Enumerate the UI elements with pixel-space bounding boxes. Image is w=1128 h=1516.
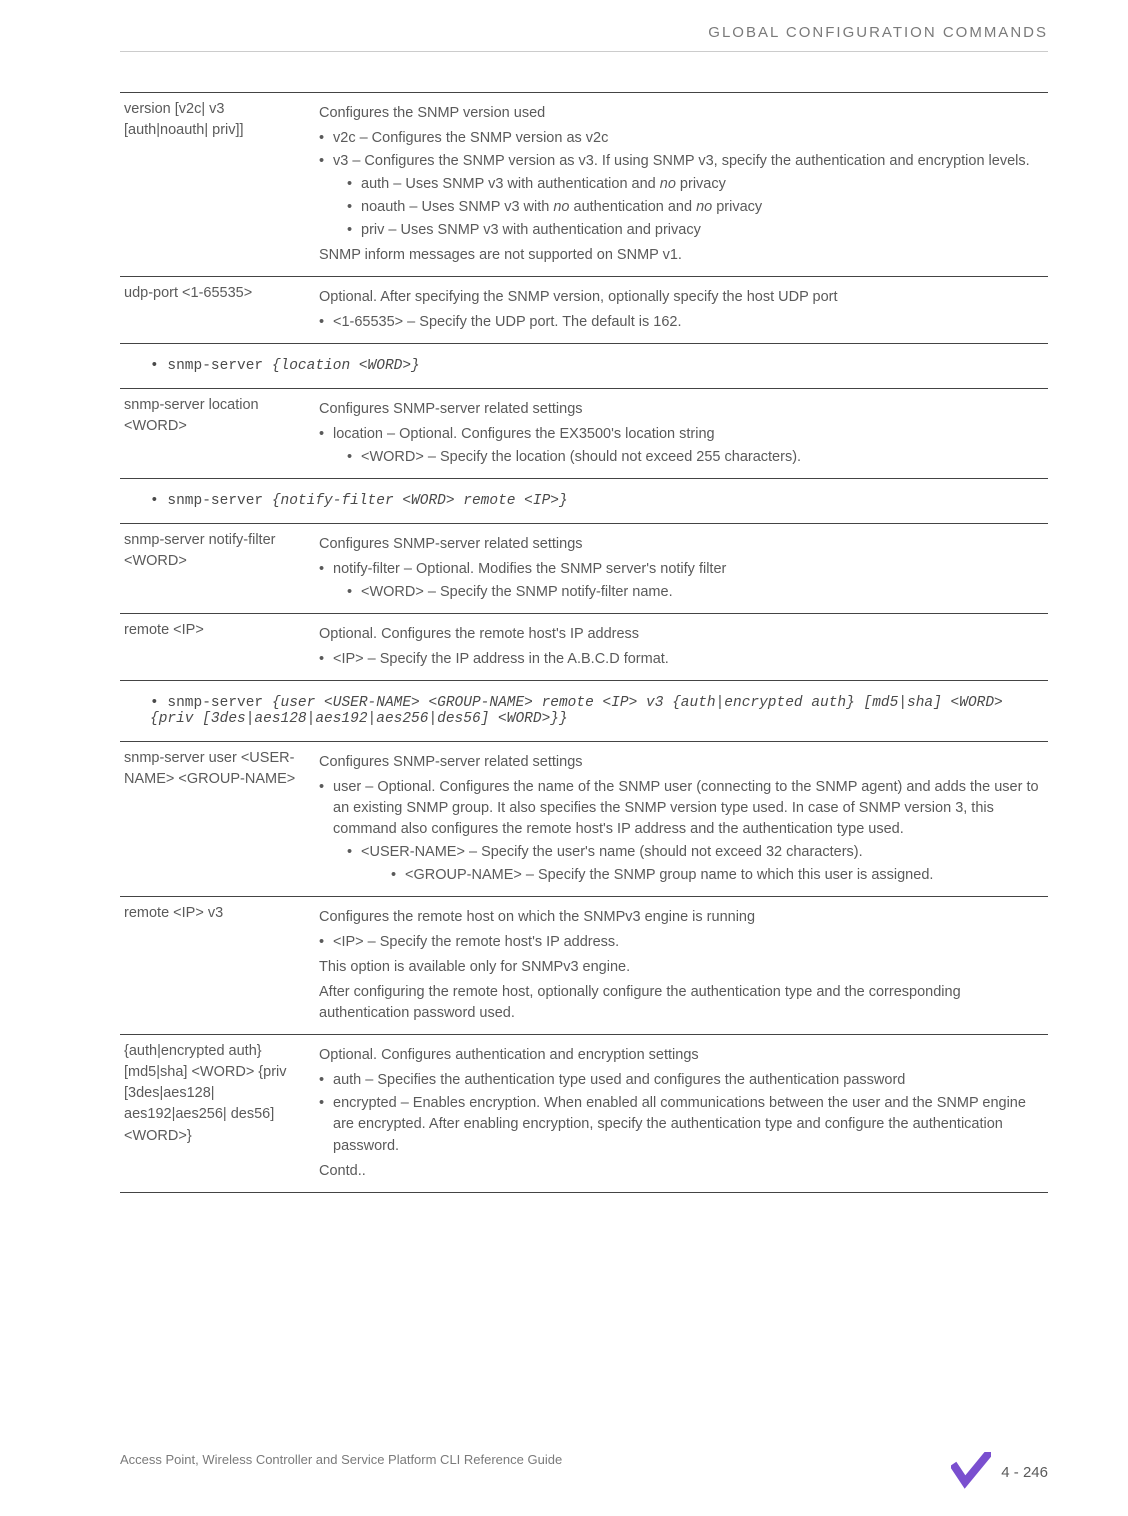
list-item: <WORD> – Specify the location (should no… — [333, 447, 1040, 468]
list-item: auth – Specifies the authentication type… — [319, 1070, 1040, 1091]
desc-cell: Configures SNMP-server related settings … — [315, 742, 1048, 897]
param-cell: snmp-server notify-filter <WORD> — [120, 524, 315, 614]
param-cell: remote <IP> — [120, 614, 315, 681]
desc-cell: Optional. Configures the remote host's I… — [315, 614, 1048, 681]
param-cell: udp-port <1-65535> — [120, 277, 315, 344]
lead-text: Configures SNMP-server related settings — [319, 399, 1040, 420]
list-item: notify-filter – Optional. Modifies the S… — [319, 559, 1040, 603]
list-item: v3 – Configures the SNMP version as v3. … — [319, 151, 1040, 241]
desc-cell: Configures the remote host on which the … — [315, 897, 1048, 1035]
table-row: {auth|encrypted auth} [md5|sha] <WORD> {… — [120, 1035, 1048, 1192]
lead-text: Configures SNMP-server related settings — [319, 752, 1040, 773]
table-row: remote <IP> v3 Configures the remote hos… — [120, 897, 1048, 1035]
desc-cell: Configures SNMP-server related settings … — [315, 524, 1048, 614]
desc-cell: Configures SNMP-server related settings … — [315, 389, 1048, 479]
table-row: remote <IP> Optional. Configures the rem… — [120, 614, 1048, 681]
param-table-4: snmp-server user <USER-NAME> <GROUP-NAME… — [120, 741, 1048, 1192]
param-cell: snmp-server location <WORD> — [120, 389, 315, 479]
command-syntax: • snmp-server {location <WORD>} — [150, 358, 1048, 374]
page-number: 4 - 246 — [991, 1464, 1048, 1481]
lead-text: Optional. Configures the remote host's I… — [319, 624, 1040, 645]
lead-text: Optional. After specifying the SNMP vers… — [319, 287, 1040, 308]
command-syntax: • snmp-server {user <USER-NAME> <GROUP-N… — [150, 695, 1048, 727]
lead-text: Optional. Configures authentication and … — [319, 1045, 1040, 1066]
section-header: GLOBAL CONFIGURATION COMMANDS — [120, 0, 1048, 52]
list-item: location – Optional. Configures the EX35… — [319, 424, 1040, 468]
page: GLOBAL CONFIGURATION COMMANDS version [v… — [0, 0, 1128, 1516]
footer-badge: 4 - 246 — [951, 1452, 1048, 1492]
list-item: encrypted – Enables encryption. When ena… — [319, 1093, 1040, 1156]
list-item: <USER-NAME> – Specify the user's name (s… — [333, 842, 1040, 886]
param-cell: snmp-server user <USER-NAME> <GROUP-NAME… — [120, 742, 315, 897]
footer-text: Access Point, Wireless Controller and Se… — [120, 1452, 562, 1467]
table-row: snmp-server location <WORD> Configures S… — [120, 389, 1048, 479]
lead-text: Configures the SNMP version used — [319, 103, 1040, 124]
param-table-3: snmp-server notify-filter <WORD> Configu… — [120, 523, 1048, 681]
trail-text: After configuring the remote host, optio… — [319, 982, 1040, 1024]
logo-check-icon — [951, 1452, 991, 1492]
desc-cell: Configures the SNMP version used v2c – C… — [315, 93, 1048, 277]
lead-text: Configures the remote host on which the … — [319, 907, 1040, 928]
list-item: auth – Uses SNMP v3 with authentication … — [333, 174, 1040, 195]
list-item: <WORD> – Specify the SNMP notify-filter … — [333, 582, 1040, 603]
list-item: <1-65535> – Specify the UDP port. The de… — [319, 312, 1040, 333]
table-row: snmp-server user <USER-NAME> <GROUP-NAME… — [120, 742, 1048, 897]
table-row: snmp-server notify-filter <WORD> Configu… — [120, 524, 1048, 614]
list-item: <IP> – Specify the remote host's IP addr… — [319, 932, 1040, 953]
list-item: noauth – Uses SNMP v3 with no authentica… — [333, 197, 1040, 218]
param-cell: {auth|encrypted auth} [md5|sha] <WORD> {… — [120, 1035, 315, 1192]
param-cell: remote <IP> v3 — [120, 897, 315, 1035]
table-row: version [v2c| v3 [auth|noauth| priv]] Co… — [120, 93, 1048, 277]
desc-cell: Optional. After specifying the SNMP vers… — [315, 277, 1048, 344]
list-item: user – Optional. Configures the name of … — [319, 777, 1040, 886]
desc-cell: Optional. Configures authentication and … — [315, 1035, 1048, 1192]
trail-text: Contd.. — [319, 1161, 1040, 1182]
mid-text: This option is available only for SNMPv3… — [319, 957, 1040, 978]
list-item: <GROUP-NAME> – Specify the SNMP group na… — [361, 865, 1040, 886]
trail-text: SNMP inform messages are not supported o… — [319, 245, 1040, 266]
list-item: v2c – Configures the SNMP version as v2c — [319, 128, 1040, 149]
param-table-2: snmp-server location <WORD> Configures S… — [120, 388, 1048, 479]
list-item: priv – Uses SNMP v3 with authentication … — [333, 220, 1040, 241]
param-table-1: version [v2c| v3 [auth|noauth| priv]] Co… — [120, 92, 1048, 344]
lead-text: Configures SNMP-server related settings — [319, 534, 1040, 555]
table-row: udp-port <1-65535> Optional. After speci… — [120, 277, 1048, 344]
command-syntax: • snmp-server {notify-filter <WORD> remo… — [150, 493, 1048, 509]
param-cell: version [v2c| v3 [auth|noauth| priv]] — [120, 93, 315, 277]
list-item: <IP> – Specify the IP address in the A.B… — [319, 649, 1040, 670]
page-footer: Access Point, Wireless Controller and Se… — [120, 1452, 1128, 1492]
